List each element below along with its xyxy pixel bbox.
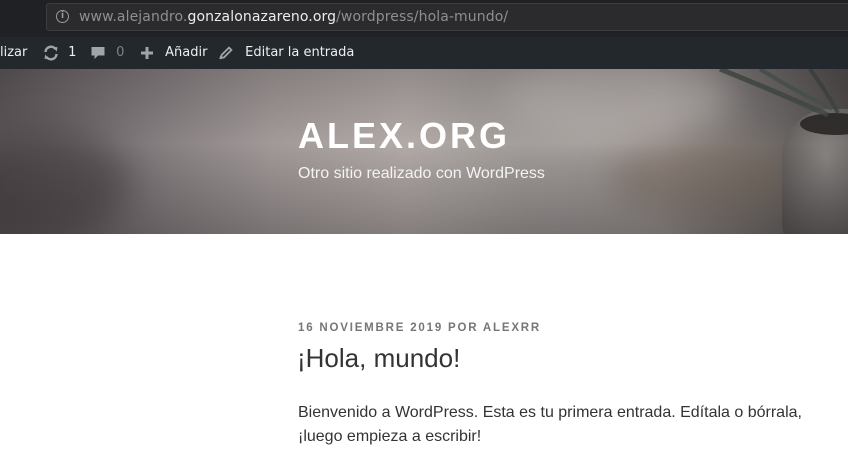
post-content-line2: ¡luego empieza a escribir! [298, 428, 482, 445]
comments-link[interactable]: 0 [90, 37, 124, 69]
plus-icon [141, 46, 153, 59]
post-meta: 16 NOVIEMBRE 2019 POR ALEXRR [298, 322, 541, 334]
edit-post-link[interactable]: Editar la entrada [218, 37, 354, 69]
url-domain: gonzalonazareno.org [187, 9, 337, 25]
url-prefix: www.alejandro. [79, 9, 188, 25]
add-label: Añadir [165, 45, 208, 60]
post-date[interactable]: 16 NOVIEMBRE 2019 [298, 322, 443, 334]
browser-toolbar: i www.alejandro.gonzalonazareno.org/word… [0, 0, 848, 37]
site-header: ALEX.ORG Otro sitio realizado con WordPr… [0, 69, 848, 234]
post-content: Bienvenido a WordPress. Esta es tu prime… [298, 401, 828, 449]
url-text[interactable]: www.alejandro.gonzalonazareno.org/wordpr… [79, 9, 508, 25]
post-by: POR [448, 322, 479, 334]
site-title[interactable]: ALEX.ORG [298, 115, 510, 157]
refresh-icon [44, 45, 58, 60]
wp-admin-bar: lizar 1 0 Añadir Editar la entrada [0, 37, 848, 69]
add-new-link[interactable]: Añadir [140, 37, 207, 69]
info-icon[interactable]: i [56, 10, 69, 23]
site-description: Otro sitio realizado con WordPress [298, 165, 545, 182]
comments-count: 0 [116, 45, 125, 60]
comment-icon [91, 46, 105, 59]
post-title[interactable]: ¡Hola, mundo! [297, 343, 460, 374]
post-content-line1: Bienvenido a WordPress. Esta es tu prime… [298, 404, 802, 421]
address-bar[interactable]: i www.alejandro.gonzalonazareno.org/word… [46, 3, 848, 31]
edit-label: Editar la entrada [245, 45, 355, 60]
customize-label: lizar [0, 45, 28, 60]
post-author[interactable]: ALEXRR [483, 322, 541, 334]
url-path: /wordpress/hola-mundo/ [336, 9, 509, 25]
customize-link[interactable]: lizar [0, 37, 27, 69]
updates-link[interactable]: 1 [42, 37, 76, 69]
pencil-icon [219, 45, 233, 59]
updates-count: 1 [68, 45, 77, 60]
